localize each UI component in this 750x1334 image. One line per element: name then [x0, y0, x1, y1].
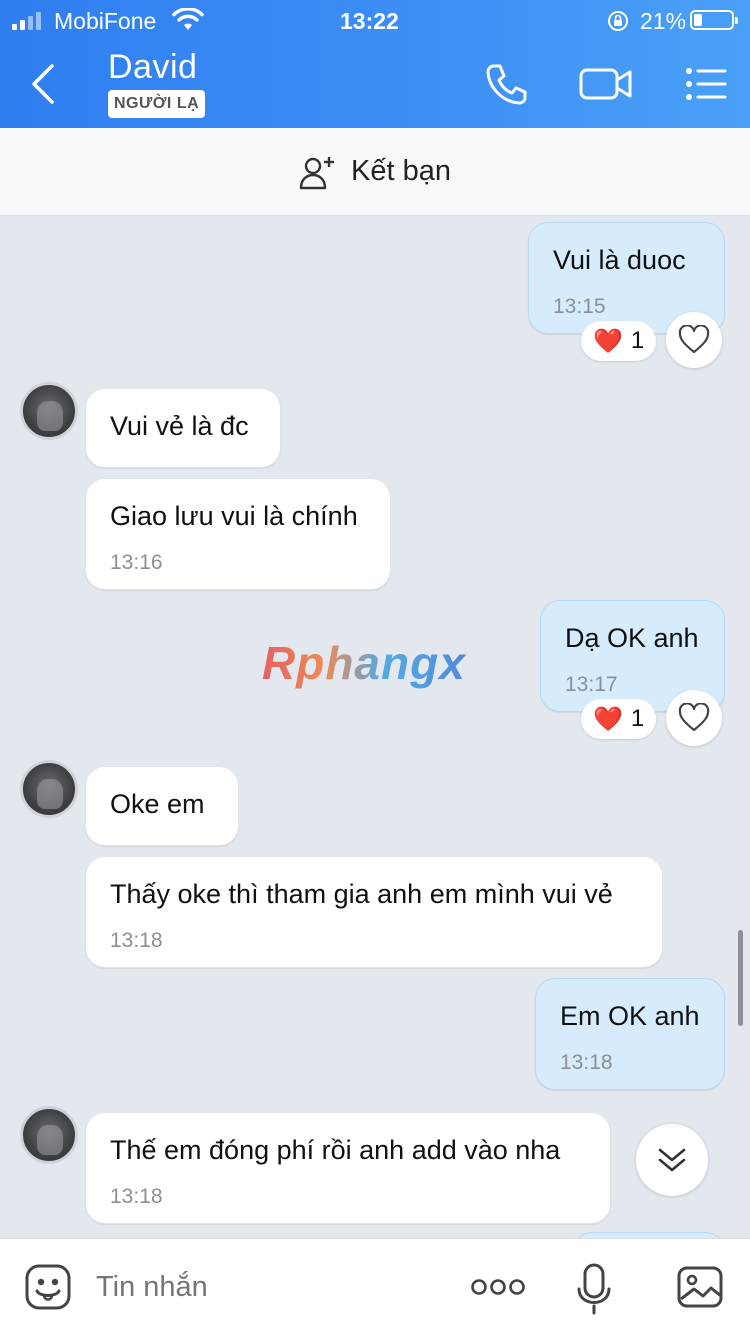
- message-time: 13:16: [110, 551, 163, 574]
- watermark-logo: Rphangx: [262, 637, 466, 689]
- react-heart-button[interactable]: [666, 690, 722, 746]
- chevron-double-down-icon: [658, 1148, 686, 1172]
- message-bubble[interactable]: Em OK anh 13:18: [535, 978, 725, 1090]
- microphone-icon[interactable]: [576, 1263, 612, 1315]
- message-text: Oke em: [110, 789, 205, 819]
- rotation-lock-icon: [608, 11, 628, 31]
- heart-outline-icon: [678, 703, 710, 732]
- message-text: Thấy oke thì tham gia anh em mình vui vẻ: [110, 879, 613, 909]
- message-input[interactable]: [96, 1271, 436, 1304]
- message-text: Giao lưu vui là chính: [110, 501, 358, 531]
- message-time: 13:18: [560, 1051, 613, 1074]
- message-time: 13:17: [565, 673, 618, 696]
- message-bubble[interactable]: Vui vẻ là đc: [85, 388, 281, 468]
- add-person-icon: [299, 156, 334, 189]
- message-composer: [0, 1238, 750, 1334]
- message-text: Vui vẻ là đc: [110, 411, 249, 441]
- scrollbar[interactable]: [738, 930, 743, 1026]
- heart-emoji: ❤️: [593, 705, 623, 733]
- back-icon[interactable]: [26, 62, 66, 106]
- more-icon[interactable]: [470, 1271, 526, 1303]
- reaction-count: 1: [630, 705, 645, 732]
- message-text: Dạ OK anh: [565, 623, 699, 653]
- carrier-name: MobiFone: [54, 8, 157, 34]
- message-text: Thế em đóng phí rồi anh add vào nha: [110, 1135, 561, 1165]
- message-bubble[interactable]: Thế em đóng phí rồi anh add vào nha 13:1…: [85, 1112, 611, 1224]
- avatar[interactable]: [20, 760, 78, 818]
- signal-icon: [12, 12, 41, 30]
- message-bubble[interactable]: Thấy oke thì tham gia anh em mình vui vẻ…: [85, 856, 663, 968]
- message-bubble[interactable]: Giao lưu vui là chính 13:16: [85, 478, 391, 590]
- avatar[interactable]: [20, 1106, 78, 1164]
- battery-level: [694, 14, 702, 26]
- message-text: Vui là duoc: [553, 245, 686, 275]
- battery-icon: [690, 10, 738, 30]
- image-icon[interactable]: [676, 1263, 724, 1311]
- heart-emoji: ❤️: [593, 327, 623, 355]
- stranger-badge: NGƯỜI LẠ: [108, 90, 206, 118]
- contact-name[interactable]: David: [108, 48, 197, 87]
- video-call-icon[interactable]: [578, 62, 634, 106]
- avatar[interactable]: [20, 382, 78, 440]
- reaction-badge[interactable]: ❤️ 1: [581, 321, 657, 361]
- add-friend-label: Kết bạn: [351, 155, 451, 187]
- scroll-to-bottom-button[interactable]: [636, 1124, 708, 1196]
- header-bar: MobiFone 13:22 21% David NGƯỜI LẠ: [0, 0, 750, 128]
- reaction-badge[interactable]: ❤️ 1: [581, 699, 657, 739]
- reaction-count: 1: [630, 327, 645, 354]
- message-time: 13:18: [110, 929, 163, 952]
- message-bubble[interactable]: Oke em: [85, 766, 239, 846]
- status-bar: MobiFone 13:22 21%: [0, 0, 750, 40]
- sticker-icon[interactable]: [24, 1263, 72, 1311]
- wifi-icon: [172, 8, 204, 30]
- battery-percent: 21%: [640, 8, 687, 34]
- message-time: 13:15: [553, 295, 606, 318]
- message-text: Em OK anh: [560, 1001, 700, 1031]
- heart-outline-icon: [678, 325, 710, 354]
- react-heart-button[interactable]: [666, 312, 722, 368]
- menu-icon[interactable]: [684, 62, 728, 106]
- status-time: 13:22: [340, 8, 399, 34]
- add-friend-button[interactable]: Kết bạn: [0, 128, 750, 216]
- message-time: 13:18: [110, 1185, 163, 1208]
- phone-icon[interactable]: [484, 62, 528, 106]
